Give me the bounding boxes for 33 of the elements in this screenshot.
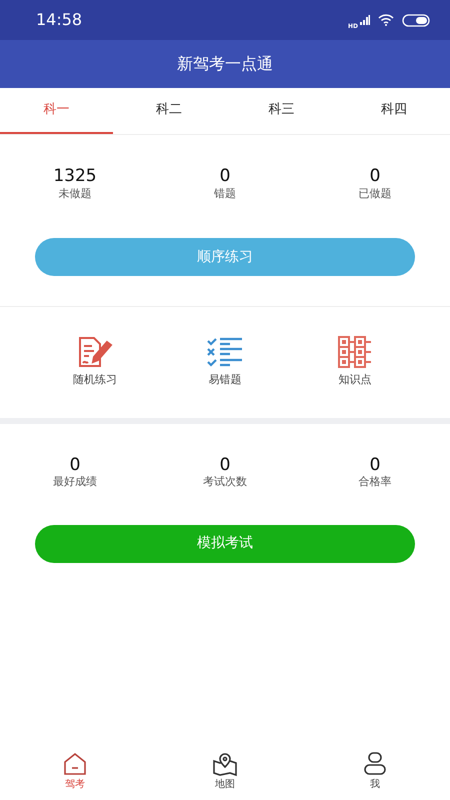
nav-item[interactable]: 驾考 <box>0 747 150 796</box>
app-title: 新驾考一点通 <box>177 53 273 75</box>
stat-label: 考试次数 <box>202 474 248 490</box>
stat-label: 错题 <box>213 186 237 202</box>
stat-value: 0 <box>68 456 82 474</box>
subject-tab[interactable]: 科四 <box>338 88 450 134</box>
checklist-icon <box>207 336 243 368</box>
shortcut-button[interactable]: 易错题 <box>160 335 290 390</box>
notepad-pen-icon <box>77 336 113 368</box>
nav-item[interactable]: 我 <box>300 747 450 796</box>
stat-value: 0 <box>368 456 380 474</box>
shortcut-button[interactable]: 随机练习 <box>30 335 160 390</box>
signal-icon <box>360 15 370 25</box>
subject-tab[interactable]: 科一 <box>0 88 112 134</box>
stat-label: 已做题 <box>358 186 392 202</box>
subject-tab[interactable]: 科三 <box>225 88 338 134</box>
nav-item[interactable]: 地图 <box>150 747 300 796</box>
stat-label: 未做题 <box>58 186 92 202</box>
stat-value: 0 <box>218 456 232 474</box>
user-icon <box>362 751 388 777</box>
map-pin-icon <box>212 751 238 777</box>
shortcut-button[interactable]: 知识点 <box>290 335 420 390</box>
stat-value: 0 <box>218 167 232 186</box>
battery-icon <box>402 14 430 26</box>
subject-tab[interactable]: 科二 <box>112 88 225 134</box>
stat-label: 最好成绩 <box>52 474 98 490</box>
stat-label: 合格率 <box>358 474 392 490</box>
stat-value: 0 <box>368 167 382 186</box>
status-time: 14:58 <box>36 9 82 31</box>
grid-icon <box>337 336 373 368</box>
stat-value: 1325 <box>52 167 98 186</box>
home-icon <box>62 751 88 777</box>
wifi-icon <box>378 14 394 26</box>
